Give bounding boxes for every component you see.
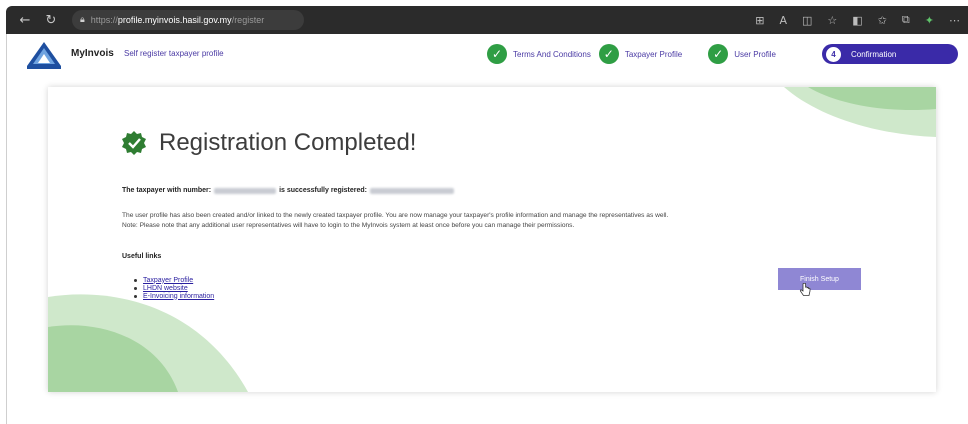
step-user-profile[interactable]: ✓ User Profile	[708, 41, 776, 67]
bullet-icon	[134, 286, 137, 290]
list-item: LHDN website	[134, 284, 214, 292]
list-item: Taxpayer Profile	[134, 276, 214, 284]
browser-actions: ⊞ A ◫ ☆ ◧ ✩ ⧉ ✦ ⋯	[740, 13, 960, 27]
hand-cursor-icon	[799, 283, 811, 296]
split-screen-icon[interactable]: ◫	[802, 14, 812, 27]
lhdn-logo	[27, 42, 61, 69]
address-bar[interactable]: 🔒︎ https:// profile.myinvois.hasil.gov.m…	[72, 10, 304, 30]
collections-icon[interactable]: ⧉	[902, 13, 910, 27]
page-title: Registration Completed!	[159, 129, 417, 156]
step-number: 4	[825, 46, 841, 62]
info-prefix: The taxpayer with number:	[122, 187, 212, 194]
url-host: profile.myinvois.hasil.gov.my	[117, 15, 232, 25]
apps-icon[interactable]: ⊞	[755, 14, 764, 27]
browser-toolbar: ← ↻ 🔒︎ https:// profile.myinvois.hasil.g…	[6, 6, 968, 34]
step-taxpayer-profile[interactable]: ✓ Taxpayer Profile	[598, 41, 683, 67]
window-frame	[6, 34, 7, 424]
step-label: User Profile	[734, 49, 776, 59]
link-lhdn-website[interactable]: LHDN website	[143, 285, 188, 292]
link-taxpayer-profile[interactable]: Taxpayer Profile	[143, 277, 193, 284]
finish-setup-button[interactable]: Finish Setup	[778, 268, 861, 290]
check-icon: ✓	[487, 44, 507, 64]
step-confirmation[interactable]: 4 Confirmation	[821, 44, 958, 64]
info-middle: is successfully registered:	[279, 187, 368, 194]
list-item: E-Invoicing information	[134, 292, 214, 300]
brand-name: MyInvois	[71, 48, 114, 59]
lock-icon[interactable]: 🔒︎	[80, 15, 85, 25]
redacted-taxpayer-number	[214, 187, 277, 194]
step-label: Terms And Conditions	[513, 49, 591, 59]
back-icon[interactable]: ←	[14, 9, 36, 31]
brand-subtitle: Self register taxpayer profile	[124, 49, 224, 58]
info-text: The user profile has also been created a…	[122, 212, 669, 219]
info-paragraph: The user profile has also been created a…	[122, 211, 842, 231]
completion-heading: Registration Completed!	[121, 129, 416, 157]
refresh-icon[interactable]: ↻	[40, 9, 62, 31]
check-icon: ✓	[708, 44, 729, 64]
read-aloud-icon[interactable]: A	[779, 14, 787, 27]
extensions-icon[interactable]: ✦	[925, 14, 934, 27]
verified-badge-icon	[122, 131, 146, 155]
useful-links-list: Taxpayer Profile LHDN website E-Invoicin…	[134, 276, 214, 300]
step-terms[interactable]: ✓ Terms And Conditions	[487, 41, 591, 67]
favorites-icon[interactable]: ☆	[827, 14, 837, 27]
url-path: /register	[231, 15, 265, 25]
more-icon[interactable]: ⋯	[949, 14, 960, 27]
bullet-icon	[134, 294, 137, 298]
check-icon: ✓	[598, 44, 619, 64]
registration-info: The taxpayer with number: is successfull…	[122, 187, 457, 194]
url-scheme: https://	[90, 15, 118, 25]
app-header: MyInvois Self register taxpayer profile …	[7, 34, 968, 74]
step-label: Confirmation	[850, 49, 897, 59]
favorites-bar-icon[interactable]: ✩	[878, 14, 887, 27]
progress-stepper: ✓ Terms And Conditions ✓ Taxpayer Profil…	[487, 41, 958, 67]
link-e-invoicing-info[interactable]: E-Invoicing information	[143, 293, 214, 300]
note-text: Note: Please note that any additional us…	[122, 222, 575, 229]
registration-card: Registration Completed! The taxpayer wit…	[48, 87, 936, 392]
bullet-icon	[134, 278, 137, 282]
sidebar-icon[interactable]: ◧	[852, 14, 862, 27]
step-label: Taxpayer Profile	[624, 49, 683, 59]
redacted-registration-id	[370, 187, 455, 194]
useful-links-heading: Useful links	[122, 253, 162, 260]
